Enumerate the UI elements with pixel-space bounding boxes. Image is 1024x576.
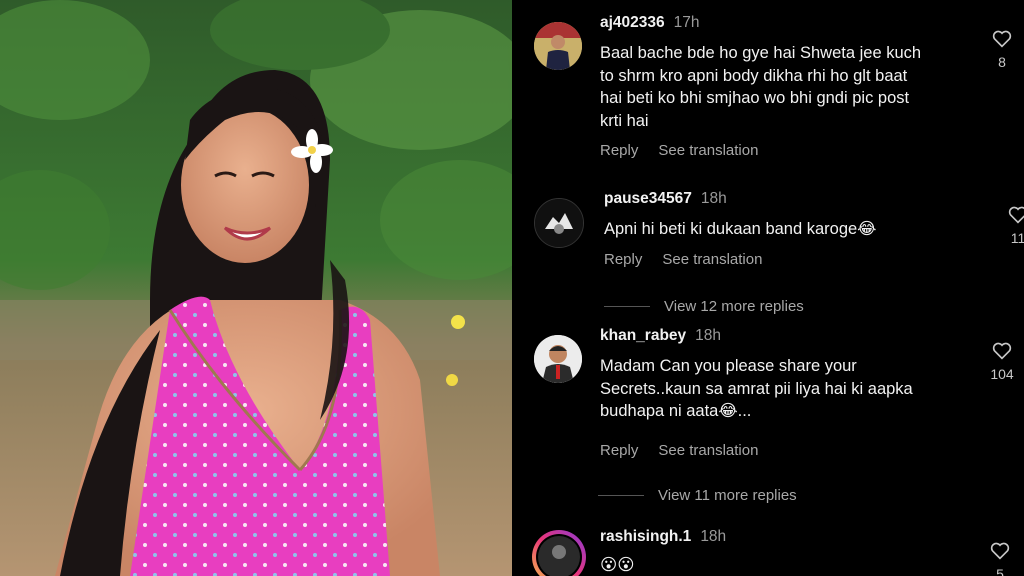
user-avatar-image — [536, 534, 582, 576]
like-count: 8 — [998, 54, 1006, 70]
heart-outline-icon[interactable] — [992, 30, 1012, 48]
comment-time: 18h — [700, 190, 727, 207]
reply-button[interactable]: Reply — [600, 142, 638, 159]
like-count: 11 — [1010, 230, 1024, 246]
comment-line: Secrets..kaun sa amrat pii liya hai ki a… — [600, 379, 913, 398]
comment-line: to shrm kro apni body dikha rhi ho glt b… — [600, 66, 908, 85]
comment-time: 18h — [695, 327, 722, 344]
view-replies-label[interactable]: View 12 more replies — [664, 298, 804, 315]
username-link[interactable]: aj402336 — [600, 14, 665, 31]
comment-header: aj402336 17h — [600, 14, 700, 32]
user-avatar-image — [534, 22, 582, 70]
like-control[interactable]: 11 — [1006, 206, 1024, 246]
like-control[interactable]: 8 — [990, 30, 1014, 70]
username-link[interactable]: khan_rabey — [600, 327, 686, 344]
comment-time: 18h — [700, 528, 727, 545]
comment-text: Apni hi beti ki dukaan band karoge😂 — [604, 218, 964, 241]
comment-actions: Reply See translation — [600, 142, 778, 159]
post-photo — [0, 0, 512, 576]
comment-line: Apni hi beti ki dukaan band karoge😂 — [604, 220, 877, 238]
see-translation-button[interactable]: See translation — [658, 142, 758, 159]
username-link[interactable]: rashisingh.1 — [600, 528, 691, 545]
comment-line: Madam Can you please share your — [600, 357, 857, 375]
avatar[interactable] — [532, 530, 586, 576]
view-replies-label[interactable]: View 11 more replies — [658, 487, 797, 504]
like-control[interactable]: 104 — [986, 342, 1018, 382]
heart-outline-icon[interactable] — [1008, 206, 1024, 224]
like-count: 5 — [996, 566, 1004, 576]
comment-line: krti hai — [600, 111, 649, 130]
comment-text: Madam Can you please share your Secrets.… — [600, 355, 980, 423]
comment-actions: Reply See translation — [600, 442, 778, 459]
comment-header: khan_rabey 18h — [600, 327, 721, 345]
comment-actions: Reply See translation — [604, 251, 782, 268]
comment-line: 😮😮 — [600, 556, 635, 574]
username-link[interactable]: pause34567 — [604, 190, 692, 207]
view-more-replies[interactable]: View 12 more replies — [604, 298, 804, 315]
woman-in-pink-swimsuit-image — [0, 0, 512, 576]
comment-line: hai beti ko bhi smjhao wo bhi gndi pic p… — [600, 89, 910, 107]
comments-panel: aj402336 17h Baal bache bde ho gye hai Sh… — [512, 0, 1024, 576]
comment-line: Baal bache bde ho gye hai Shweta jee kuc… — [600, 44, 922, 62]
divider — [598, 495, 644, 496]
heart-outline-icon[interactable] — [992, 342, 1012, 360]
comment-header: pause34567 18h — [604, 190, 727, 208]
reply-button[interactable]: Reply — [604, 251, 642, 268]
avatar[interactable] — [534, 335, 582, 383]
reply-button[interactable]: Reply — [600, 442, 638, 459]
view-more-replies[interactable]: View 11 more replies — [598, 487, 797, 504]
see-translation-button[interactable]: See translation — [662, 251, 762, 268]
avatar[interactable] — [534, 198, 584, 248]
see-translation-button[interactable]: See translation — [658, 442, 758, 459]
comment-line: budhapa ni aata😂... — [600, 402, 752, 420]
comment-time: 17h — [673, 14, 700, 31]
heart-outline-icon[interactable] — [990, 542, 1010, 560]
like-control[interactable]: 5 — [988, 542, 1012, 576]
avatar[interactable] — [534, 22, 582, 70]
divider — [604, 306, 650, 307]
comment-text: Baal bache bde ho gye hai Shweta jee kuc… — [600, 42, 980, 132]
comment-header: rashisingh.1 18h — [600, 528, 726, 546]
user-avatar-image — [535, 199, 583, 247]
comment-text: 😮😮 — [600, 554, 800, 576]
like-count: 104 — [990, 366, 1014, 382]
user-avatar-image — [534, 335, 582, 383]
